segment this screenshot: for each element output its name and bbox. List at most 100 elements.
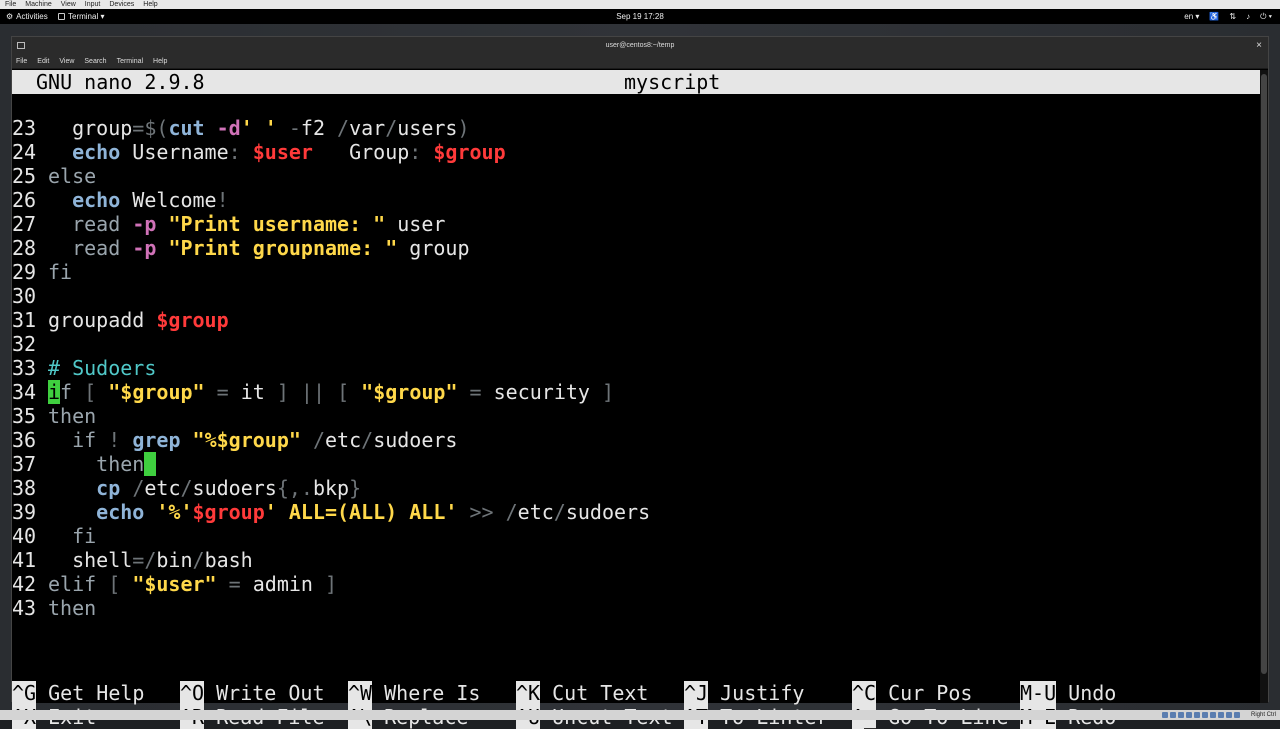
code-line[interactable]: 31 groupadd $group [12,308,229,332]
term-menu-view[interactable]: View [59,55,74,68]
host-menu-devices[interactable]: Devices [109,0,134,9]
optical-icon[interactable] [1170,712,1176,718]
power-icon[interactable]: ⏻ ▾ [1260,9,1272,24]
nano-titlebar: GNU nano 2.9.8 myscript [12,70,1260,94]
text-cursor [144,452,157,476]
activities-button[interactable]: ⚙ Activities [6,9,48,24]
code-line[interactable]: 33 # Sudoers [12,356,156,380]
shared-folder-icon[interactable] [1202,712,1208,718]
host-menu-view[interactable]: View [61,0,76,9]
shortcut-get-help[interactable]: ^G Get Help [12,681,144,705]
audio-icon[interactable] [1178,712,1184,718]
shortcut-label: Where Is [384,681,481,705]
nano-editor[interactable]: GNU nano 2.9.8 myscript 23 group=$(cut -… [12,70,1260,729]
line-number: 23 [12,116,37,140]
code-line[interactable]: 23 group=$(cut -d' ' -f2 /var/users) [12,116,470,140]
host-status-icons [1162,712,1240,718]
scrollbar[interactable] [1260,70,1268,703]
code-line[interactable]: 27 read -p "Print username: " user [12,212,445,236]
host-menu-machine[interactable]: Machine [25,0,51,9]
shortcut-write-out[interactable]: ^O Write Out [180,681,325,705]
line-number: 41 [12,548,37,572]
shortcut-label: Undo [1068,681,1117,705]
term-menu-file[interactable]: File [16,55,27,68]
mouse-icon[interactable] [1234,712,1240,718]
terminal-icon [58,13,65,20]
scrollbar-thumb[interactable] [1261,74,1267,674]
line-number: 39 [12,500,37,524]
shortcut-key: ^G [12,681,37,705]
code-line[interactable]: 26 echo Welcome! [12,188,229,212]
code-line[interactable]: 24 echo Username: $user Group: $group [12,140,506,164]
display-icon[interactable] [1210,712,1216,718]
code-line[interactable]: 25 else [12,164,96,188]
close-icon[interactable]: × [1256,37,1262,55]
term-menu-help[interactable]: Help [153,55,167,68]
term-menu-terminal[interactable]: Terminal [117,55,143,68]
line-number: 31 [12,308,37,332]
terminal-titlebar[interactable]: user@centos8:~/temp × [12,37,1268,55]
shortcut-cut-text[interactable]: ^K Cut Text [516,681,648,705]
nano-version: GNU nano 2.9.8 [36,70,205,94]
shortcut-key: ^J [684,681,709,705]
volume-icon[interactable]: ♪ [1246,9,1250,24]
shortcut-key: M-U [1020,681,1057,705]
line-number: 40 [12,524,37,548]
code-line[interactable]: 28 read -p "Print groupname: " group [12,236,469,260]
shortcut-label: Write Out [216,681,325,705]
terminal-window[interactable]: user@centos8:~/temp × File Edit View Sea… [11,36,1269,729]
code-line[interactable]: 34 if [ "$group" = it ] || [ "$group" = s… [12,380,614,404]
line-number: 29 [12,260,37,284]
host-menubar: File Machine View Input Devices Help [0,0,1280,9]
shortcut-cur-pos[interactable]: ^C Cur Pos [852,681,972,705]
shortcut-key: ^W [348,681,373,705]
line-number: 32 [12,332,37,356]
activities-label: Activities [16,12,48,21]
code-line[interactable]: 32 [12,332,48,356]
cpu-icon[interactable] [1226,712,1232,718]
usb-icon[interactable] [1194,712,1200,718]
line-number: 38 [12,476,37,500]
code-line[interactable]: 37 then [12,452,157,476]
code-line[interactable]: 38 cp /etc/sudoers{,.bkp} [12,476,361,500]
app-menu-label: Terminal ▾ [68,12,105,21]
app-menu[interactable]: Terminal ▾ [58,9,104,24]
shortcut-where-is[interactable]: ^W Where Is [348,681,480,705]
shortcut-undo[interactable]: M-U Undo [1020,681,1116,705]
terminal-title: user@centos8:~/temp [605,42,675,49]
network-status-icon[interactable] [1186,712,1192,718]
term-menu-search[interactable]: Search [84,55,106,68]
line-number: 25 [12,164,37,188]
hdd-icon[interactable] [1162,712,1168,718]
host-statusbar: Right Ctrl [0,710,1280,720]
shortcut-key: ^K [516,681,541,705]
line-number: 43 [12,596,37,620]
code-line[interactable]: 39 echo '%'$group' ALL=(ALL) ALL' >> /et… [12,500,650,524]
line-number: 30 [12,284,37,308]
network-icon[interactable]: ⇅ [1229,9,1236,24]
shortcut-label: Get Help [48,681,145,705]
shortcut-label: Cut Text [552,681,649,705]
host-menu-file[interactable]: File [5,0,16,9]
code-line[interactable]: 30 [12,284,48,308]
code-line[interactable]: 40 fi [12,524,96,548]
language-indicator[interactable]: en ▾ [1184,9,1199,24]
recording-icon[interactable] [1218,712,1224,718]
window-menu-icon[interactable] [17,42,25,49]
code-line[interactable]: 43 then [12,596,96,620]
shortcut-bar: ^G Get Help ^O Write Out ^W Where Is ^K Cut… [12,681,1260,729]
clock[interactable]: Sep 19 17:28 [0,9,1280,24]
code-line[interactable]: 41 shell=/bin/bash [12,548,253,572]
host-menu-help[interactable]: Help [143,0,157,9]
line-number: 26 [12,188,37,212]
code-line[interactable]: 29 fi [12,260,72,284]
host-menu-input[interactable]: Input [85,0,101,9]
accessibility-icon[interactable]: ♿ [1209,9,1219,24]
code-line[interactable]: 42 elif [ "$user" = admin ] [12,572,337,596]
shortcut-justify[interactable]: ^J Justify [684,681,804,705]
code-line[interactable]: 35 then [12,404,96,428]
system-tray[interactable]: en ▾ ♿ ⇅ ♪ ⏻ ▾ [1184,9,1272,24]
term-menu-edit[interactable]: Edit [37,55,49,68]
code-line[interactable]: 36 if ! grep "%$group" /etc/sudoers [12,428,457,452]
terminal-menubar: File Edit View Search Terminal Help [12,55,1268,69]
